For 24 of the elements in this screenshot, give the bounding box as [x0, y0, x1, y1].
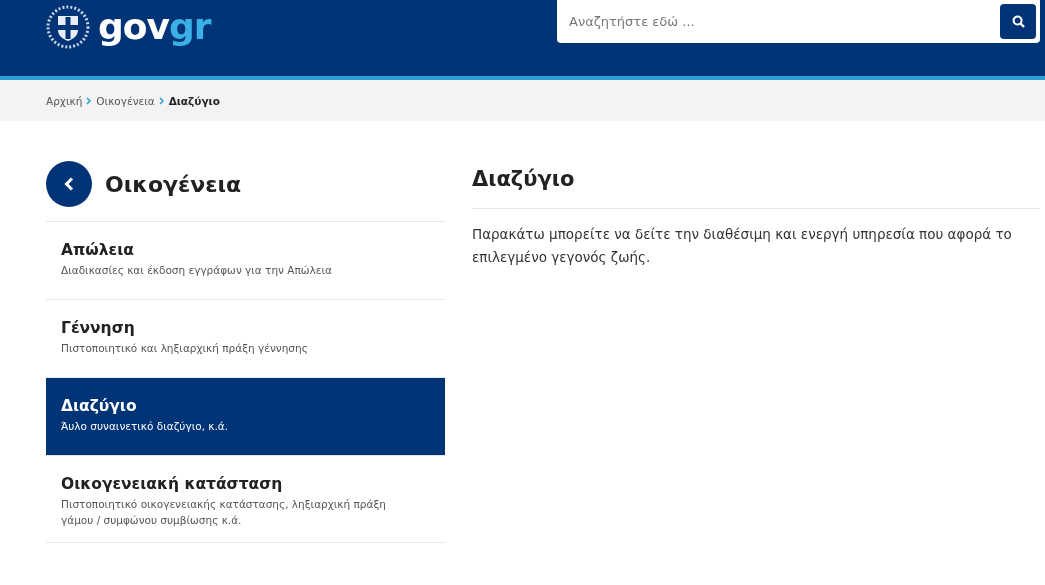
search-button[interactable]	[1000, 4, 1036, 39]
item-title: Διαζύγιο	[61, 397, 138, 415]
sidebar-item[interactable]: Διαζύγιο Άυλο συναινετικό διαζύγιο, κ.ά.	[46, 378, 445, 456]
search-bar[interactable]: Αναζητήστε εδώ ...	[557, 0, 1040, 43]
page-title: Διαζύγιο	[472, 167, 1040, 209]
breadcrumb-link[interactable]: Αρχική	[46, 94, 83, 107]
chevron-icon	[86, 96, 93, 105]
item-description: Πιστοποιητικό οικογενειακής κατάστασης, ληξιαρχική πράξη γάμου / συμφώνου συμβίωσης κ.ά.	[61, 497, 387, 528]
item-description: Διαδικασίες και έκδοση εγγράφων για την Απώλεια	[61, 263, 333, 278]
item-title: Απώλεια	[61, 241, 135, 259]
item-description: Άυλο συναινετικό διαζύγιο, κ.ά.	[61, 419, 230, 434]
search-icon	[1011, 15, 1025, 28]
sidebar-title: Οικογένεια	[105, 171, 242, 197]
intro-text: Παρακάτω μπορείτε να δείτε την διαθέσιμη και ενεργή υπηρεσία που αφορά το επιλεγμένο γεγονός ζωής.	[472, 225, 1013, 267]
back-button[interactable]	[46, 161, 92, 207]
chevron-icon	[158, 96, 165, 105]
breadcrumb-link[interactable]: Οικογένεια	[96, 94, 155, 107]
item-description: Πιστοποιητικό και ληξιαρχική πράξη γέννησης	[61, 341, 309, 356]
breadcrumb-link[interactable]: Διαζύγιο	[168, 94, 220, 107]
chevron-left-icon	[64, 177, 74, 191]
logo-text[interactable]: govgr	[98, 6, 211, 48]
item-title: Οικογενειακή κατάσταση	[61, 475, 284, 493]
emblem-icon	[46, 4, 90, 50]
item-title: Γέννηση	[61, 319, 136, 337]
